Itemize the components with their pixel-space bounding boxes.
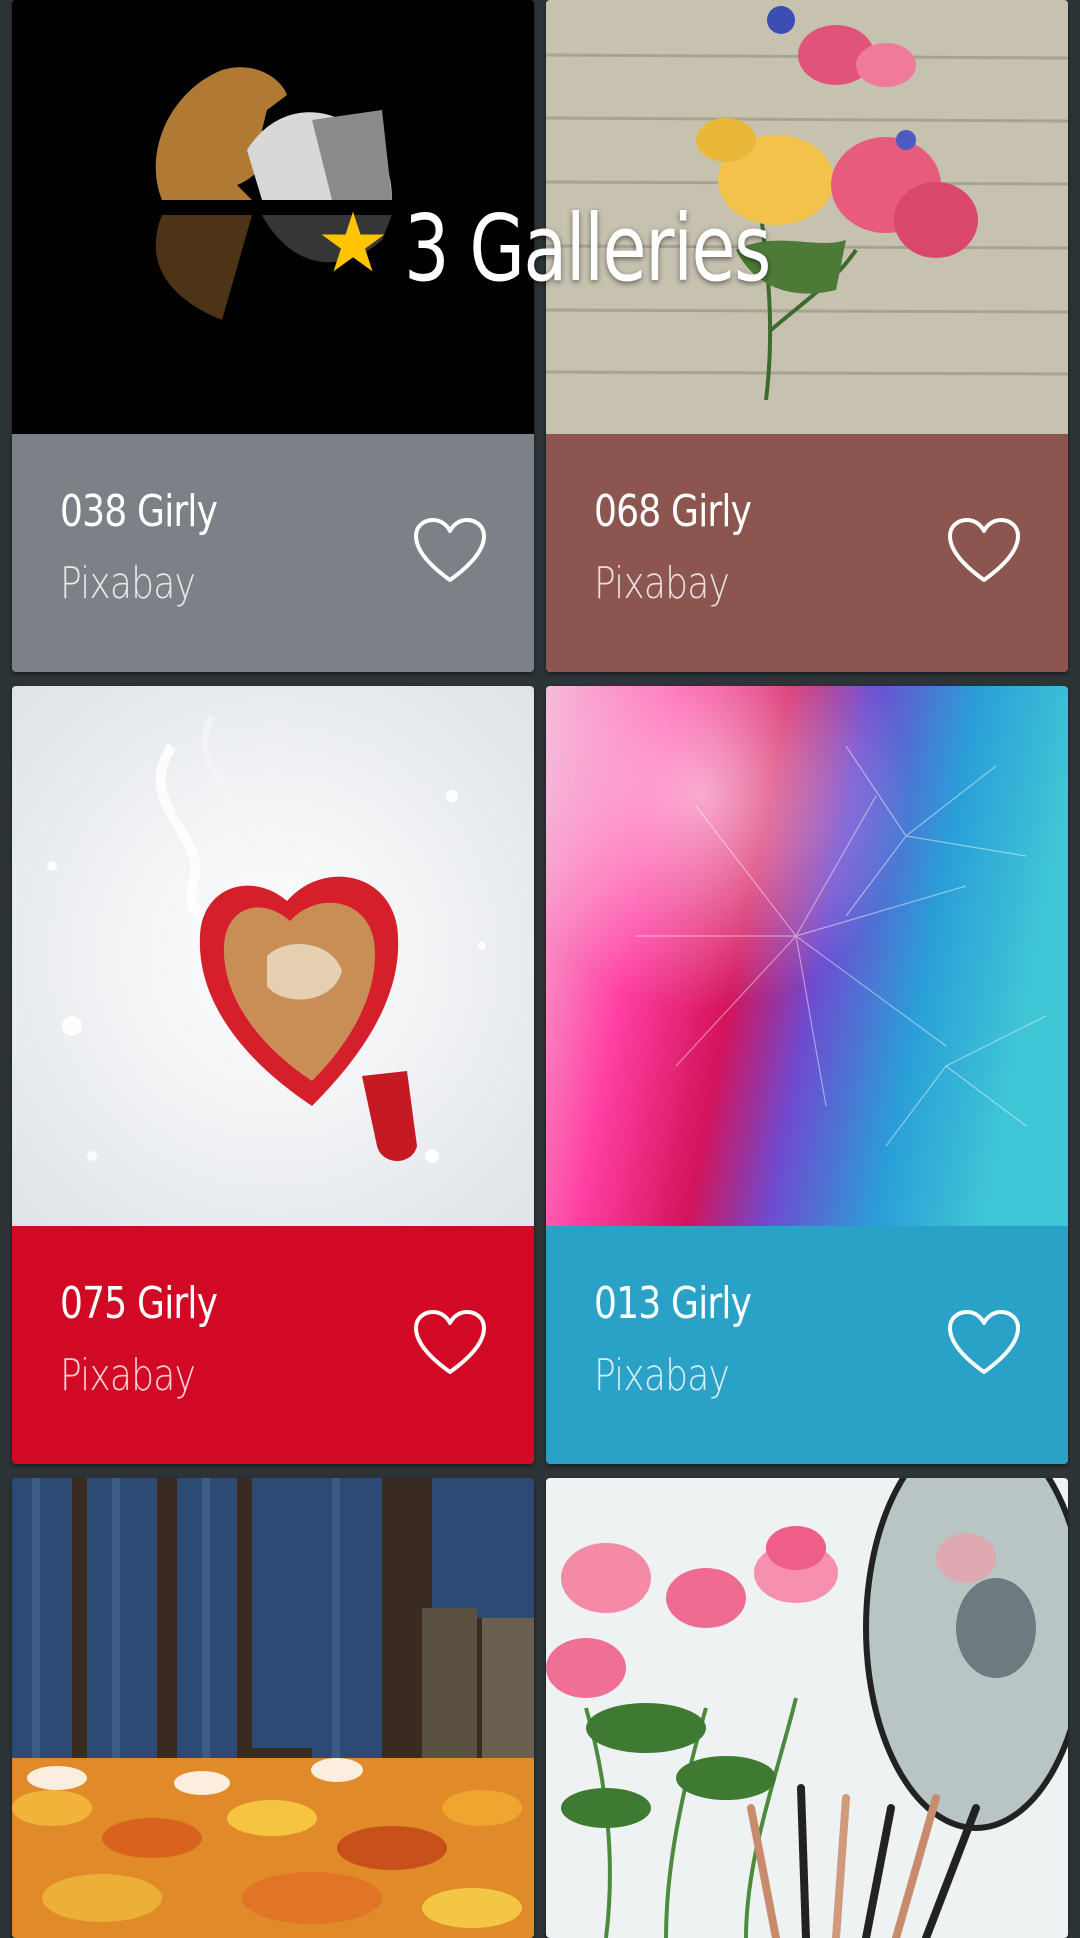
gallery-grid: 038 Girly Pixabay 068 Girly Pixabay 075 … xyxy=(0,0,1080,1938)
card-title: 013 Girly xyxy=(594,1278,752,1329)
card-info: 013 Girly Pixabay xyxy=(546,1226,1068,1464)
gallery-card[interactable]: 038 Girly Pixabay xyxy=(12,0,534,672)
card-source: Pixabay xyxy=(594,558,730,609)
favorite-heart-icon[interactable] xyxy=(946,516,1022,586)
favorite-heart-icon[interactable] xyxy=(412,516,488,586)
gallery-card[interactable] xyxy=(12,1478,534,1938)
card-source: Pixabay xyxy=(60,558,196,609)
card-title: 038 Girly xyxy=(60,486,218,537)
card-image[interactable] xyxy=(12,0,534,434)
card-source: Pixabay xyxy=(60,1350,196,1401)
card-title: 068 Girly xyxy=(594,486,752,537)
favorite-heart-icon[interactable] xyxy=(412,1308,488,1378)
gallery-card[interactable]: 075 Girly Pixabay xyxy=(12,686,534,1464)
card-image[interactable] xyxy=(12,686,534,1226)
gallery-card[interactable]: 068 Girly Pixabay xyxy=(546,0,1068,672)
favorite-heart-icon[interactable] xyxy=(946,1308,1022,1378)
card-info: 068 Girly Pixabay xyxy=(546,434,1068,672)
card-source: Pixabay xyxy=(594,1350,730,1401)
card-info: 038 Girly Pixabay xyxy=(12,434,534,672)
card-title: 075 Girly xyxy=(60,1278,218,1329)
card-image[interactable] xyxy=(546,1478,1068,1938)
card-image[interactable] xyxy=(546,686,1068,1226)
card-image[interactable] xyxy=(12,1478,534,1938)
gallery-card[interactable]: 013 Girly Pixabay xyxy=(546,686,1068,1464)
card-info: 075 Girly Pixabay xyxy=(12,1226,534,1464)
gallery-card[interactable] xyxy=(546,1478,1068,1938)
card-image[interactable] xyxy=(546,0,1068,434)
